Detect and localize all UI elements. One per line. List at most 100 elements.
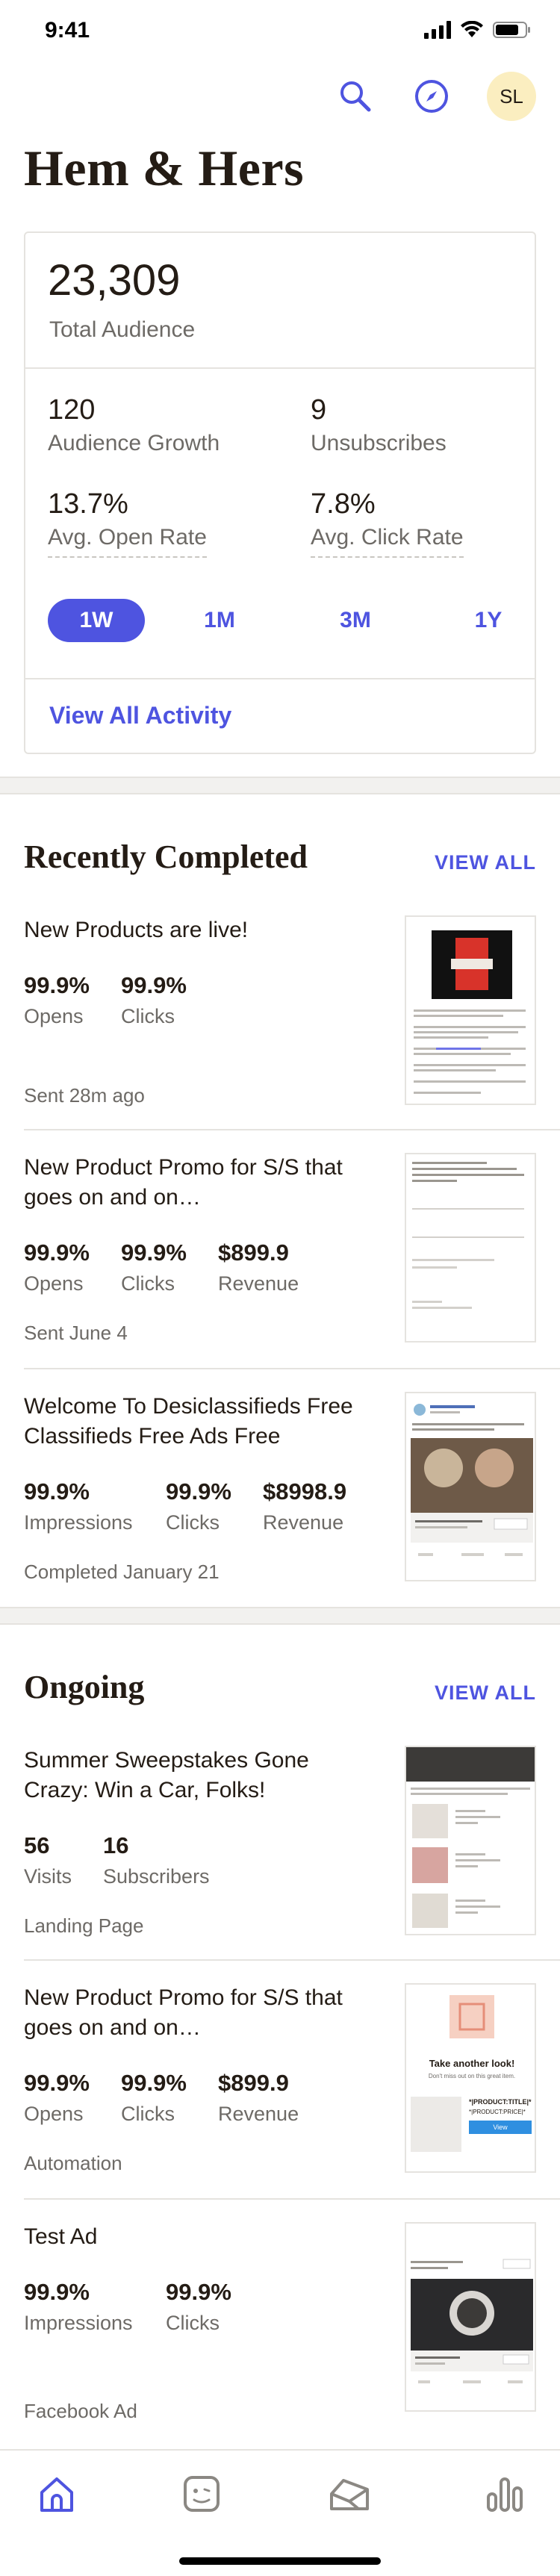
metric-label: Revenue: [218, 2103, 299, 2125]
campaign-title: Summer Sweepstakes Gone Crazy: Win a Car…: [24, 1748, 309, 1802]
campaign-title: New Product Promo for S/S that goes on a…: [24, 1985, 343, 2040]
compass-icon: [415, 80, 448, 113]
metric-value: 99.9%: [24, 1478, 90, 1505]
campaign-item[interactable]: New Product Promo for S/S that goes on a…: [24, 1983, 536, 2185]
recently-completed-view-all[interactable]: VIEW ALL: [435, 851, 536, 874]
wifi-icon: [461, 21, 483, 37]
metric-label: Clicks: [121, 2103, 175, 2125]
email-thumbnail: [405, 915, 536, 1105]
metric-label: Opens: [24, 1272, 84, 1295]
metric-value: $8998.9: [263, 1478, 347, 1505]
metric-value: 99.9%: [121, 972, 187, 998]
audience-growth-value: 120: [48, 394, 96, 426]
reports-icon: [487, 2477, 523, 2512]
metric-label: Impressions: [24, 1511, 133, 1534]
metric: 56 Visits: [24, 1832, 73, 1888]
metric-value: 99.9%: [166, 2279, 231, 2305]
click-rate-stat[interactable]: 7.8% Avg. Click Rate: [311, 488, 464, 558]
campaign-item[interactable]: Summer Sweepstakes Gone Crazy: Win a Car…: [24, 1746, 536, 1947]
avatar[interactable]: SL: [487, 72, 536, 121]
unsubscribes-value: 9: [311, 394, 327, 426]
metric: 99.9% Opens: [24, 2070, 91, 2126]
campaign-status: Sent 28m ago: [24, 1084, 145, 1107]
metric-value: 99.9%: [121, 1239, 187, 1266]
campaign-item[interactable]: New Products are live! 99.9% Opens 99.9%…: [24, 915, 536, 1117]
click-rate-label: Avg. Click Rate: [311, 525, 464, 558]
dont-miss-text: Don't miss out on this great item.: [428, 2073, 516, 2079]
metric: 99.9% Impressions: [24, 1478, 136, 1534]
metric: 99.9% Opens: [24, 972, 91, 1028]
metric: 99.9% Clicks: [166, 1478, 233, 1534]
section-separator: [0, 1607, 560, 1625]
metric: $8998.9 Revenue: [263, 1478, 346, 1534]
metric: $899.9 Revenue: [218, 1239, 299, 1295]
range-1w-button[interactable]: 1W: [48, 599, 145, 642]
metric-value: 99.9%: [121, 2070, 187, 2096]
landing-page-thumbnail: [405, 1746, 536, 1935]
campaign-status: Sent June 4: [24, 1322, 128, 1344]
audience-icon: [184, 2476, 220, 2512]
campaign-status: Facebook Ad: [24, 2400, 137, 2422]
campaign-metrics: 99.9% Impressions 99.9% Clicks: [24, 2279, 261, 2335]
metric-label: Subscribers: [103, 1865, 210, 1888]
range-1m-button[interactable]: 1M: [190, 599, 249, 642]
facebook-ad-thumbnail: [405, 2222, 536, 2412]
open-rate-value: 13.7%: [48, 488, 128, 520]
reports-tab[interactable]: [482, 2471, 527, 2516]
section-separator: [0, 777, 560, 794]
metric-label: Clicks: [121, 1272, 175, 1295]
range-3m-button[interactable]: 3M: [326, 599, 385, 642]
metric: 99.9% Opens: [24, 1239, 91, 1295]
ongoing-title: Ongoing: [24, 1669, 145, 1705]
total-audience-value: 23,309: [48, 256, 181, 305]
search-button[interactable]: [335, 75, 376, 117]
status-bar: 9:41: [0, 0, 560, 66]
recently-completed-title: Recently Completed: [24, 839, 308, 875]
product-image-placeholder: [411, 2097, 461, 2152]
card-divider: [25, 678, 535, 679]
automation-thumbnail: Take another look! Don't miss out on thi…: [405, 1983, 536, 2173]
explore-button[interactable]: [411, 75, 452, 117]
search-icon: [340, 81, 371, 112]
campaign-item[interactable]: New Product Promo for S/S that goes on a…: [24, 1153, 536, 1354]
audience-tab[interactable]: [179, 2471, 224, 2516]
metric: 99.9% Clicks: [121, 2070, 188, 2126]
campaign-status: Automation: [24, 2152, 122, 2174]
metric: $899.9 Revenue: [218, 2070, 299, 2126]
home-indicator: [179, 2557, 381, 2565]
metric-value: 16: [103, 1832, 129, 1858]
open-rate-stat[interactable]: 13.7% Avg. Open Rate: [48, 488, 207, 558]
range-1y-button[interactable]: 1Y: [458, 599, 518, 642]
view-all-activity-link[interactable]: View All Activity: [49, 702, 231, 729]
campaign-item[interactable]: Welcome To Desiclassifieds Free Classifi…: [24, 1392, 536, 1593]
item-divider: [24, 1129, 560, 1130]
ongoing-view-all[interactable]: VIEW ALL: [435, 1681, 536, 1705]
metric-label: Revenue: [218, 1272, 299, 1295]
campaigns-tab[interactable]: [327, 2471, 372, 2516]
campaign-item[interactable]: Test Ad 99.9% Impressions 99.9% Clicks F…: [24, 2222, 536, 2424]
campaign-title: Test Ad: [24, 2224, 98, 2249]
metric-label: Opens: [24, 2103, 84, 2125]
product-title-text: *|PRODUCT:TITLE|*: [469, 2098, 532, 2106]
item-divider: [24, 1368, 560, 1369]
take-another-look-text: Take another look!: [429, 2058, 515, 2069]
metric-label: Revenue: [263, 1511, 344, 1534]
home-tab[interactable]: [34, 2471, 79, 2516]
email-thumbnail: [405, 1153, 536, 1343]
metric-value: 99.9%: [24, 1239, 90, 1266]
date-range-selector: 1W 1M 3M 1Y: [48, 599, 515, 644]
campaign-metrics: 99.9% Opens 99.9% Clicks: [24, 972, 217, 1028]
audience-stats-card: 23,309 Total Audience 120 Audience Growt…: [24, 231, 536, 754]
campaigns-icon: [330, 2479, 369, 2510]
campaign-title: New Products are live!: [24, 918, 249, 942]
audience-growth-stat: 120 Audience Growth: [48, 394, 220, 456]
open-rate-label: Avg. Open Rate: [48, 525, 207, 558]
metric: 16 Subscribers: [103, 1832, 210, 1888]
total-audience-label: Total Audience: [49, 317, 196, 342]
status-time: 9:41: [45, 18, 90, 43]
card-divider: [25, 367, 535, 369]
campaign-metrics: 99.9% Impressions 99.9% Clicks $8998.9 R…: [24, 1478, 376, 1534]
unsubscribes-label: Unsubscribes: [311, 431, 447, 455]
campaign-status: Landing Page: [24, 1914, 144, 1937]
product-price-text: *|PRODUCT:PRICE|*: [469, 2109, 526, 2115]
